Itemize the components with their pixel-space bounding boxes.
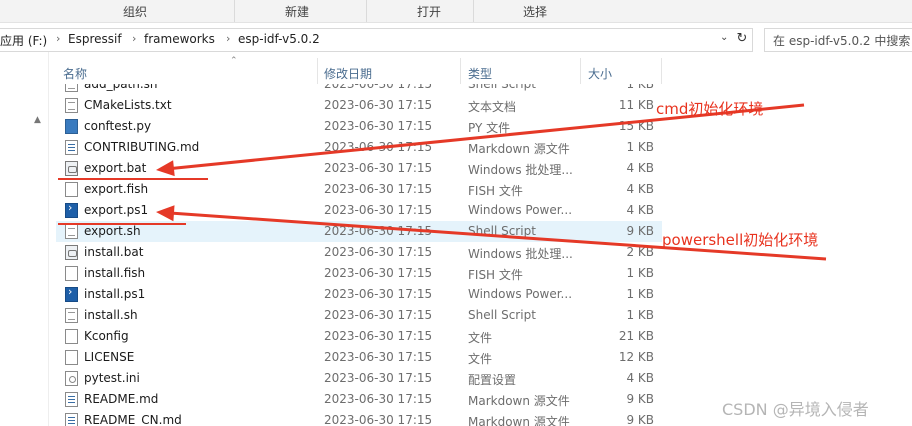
annotation-arrows <box>156 103 827 261</box>
annotation-underline-export-ps1 <box>58 223 186 225</box>
annotation-powershell-label: powershell初始化环境 <box>662 231 819 249</box>
watermark: CSDN @异境入侵者 <box>722 400 869 419</box>
annotation-underline-export-bat <box>58 178 208 180</box>
annotation-cmd-label: cmd初始化环境 <box>656 100 764 118</box>
